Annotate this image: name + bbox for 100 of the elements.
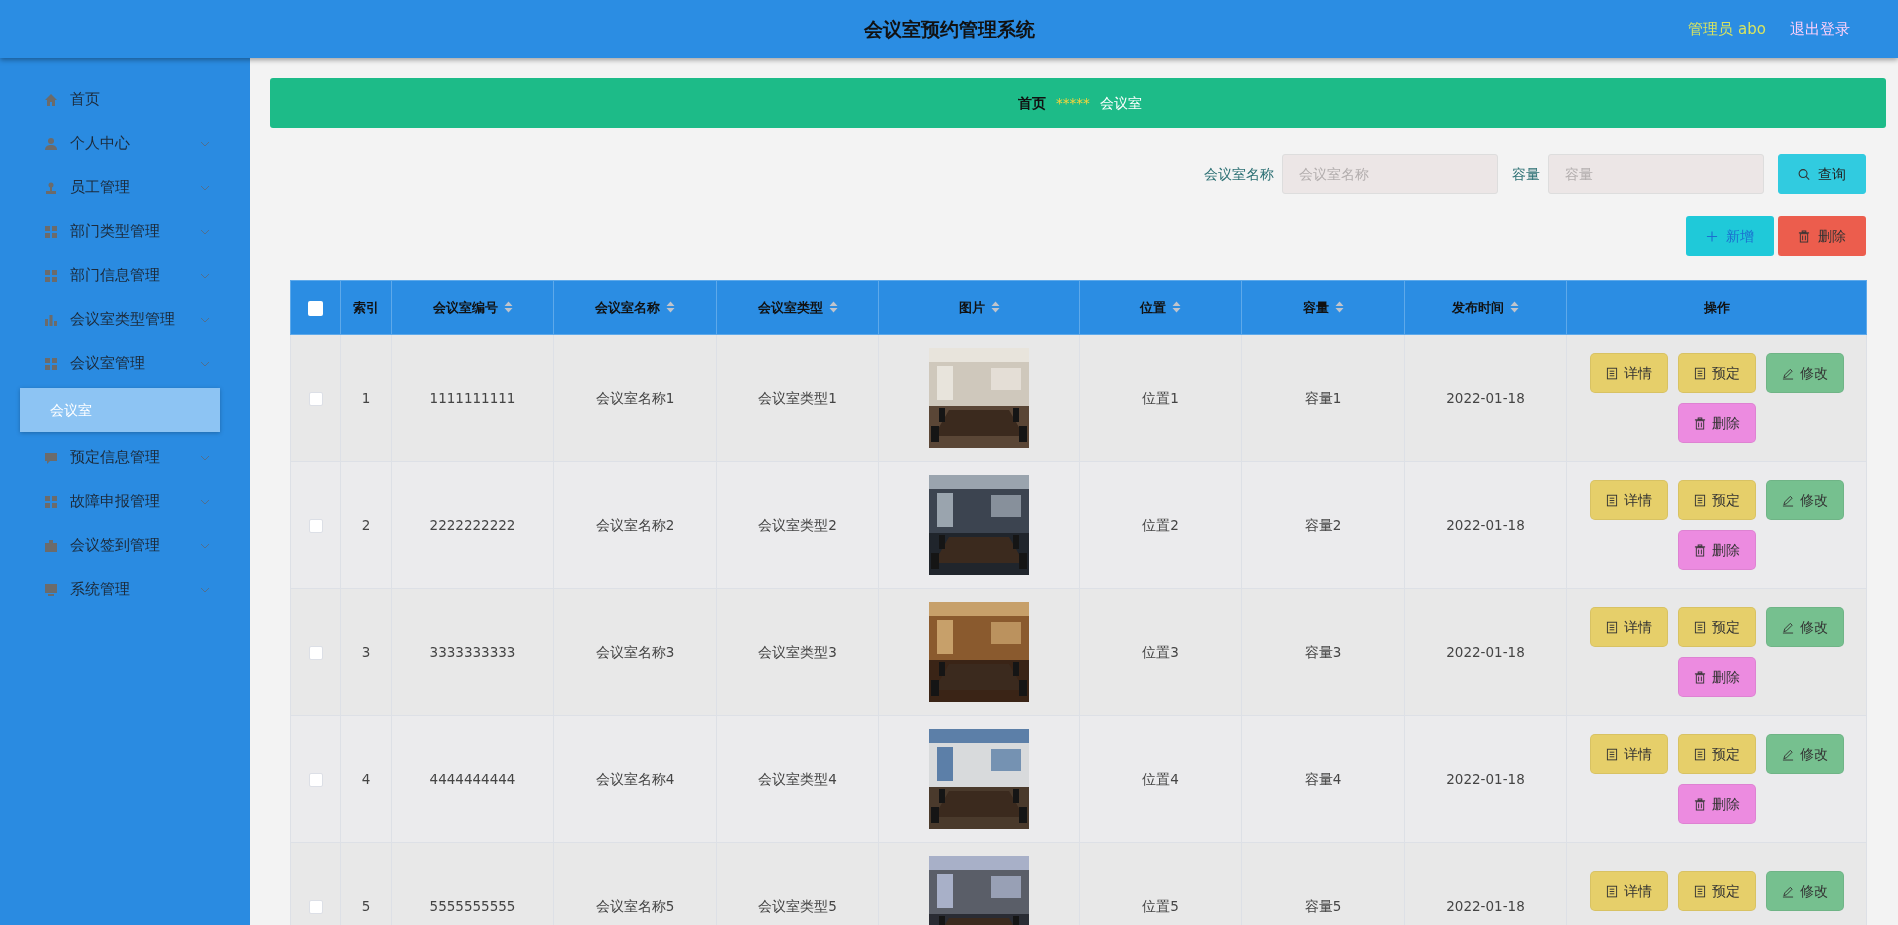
book-button[interactable]: 预定 — [1677, 871, 1756, 911]
table-cell: 1111111111 — [429, 389, 516, 406]
column-header[interactable]: 会议室名称 — [553, 280, 717, 335]
sidebar-item[interactable]: 部门类型管理 — [0, 210, 250, 254]
table-cell: 会议室类型4 — [758, 770, 837, 787]
table-cell: 会议室类型2 — [758, 516, 837, 533]
row-checkbox[interactable] — [308, 772, 323, 787]
details-button[interactable]: 详情 — [1589, 734, 1668, 774]
edit-button[interactable]: 修改 — [1765, 607, 1844, 647]
table-cell: 会议室类型3 — [758, 643, 837, 660]
bar-chart-icon — [44, 313, 58, 327]
column-header[interactable]: 位置 — [1079, 280, 1242, 335]
trash-icon — [1693, 797, 1706, 811]
table-cell: 位置1 — [1142, 389, 1179, 406]
table-cell: 2022-01-18 — [1446, 516, 1525, 533]
details-button[interactable]: 详情 — [1589, 607, 1668, 647]
column-header[interactable]: 会议室类型 — [716, 280, 879, 335]
pencil-icon — [1781, 747, 1794, 761]
grid-icon — [44, 269, 58, 283]
sidebar-item[interactable]: 系统管理 — [0, 568, 250, 612]
row-checkbox[interactable] — [308, 645, 323, 660]
delete-button[interactable]: 删除 — [1677, 530, 1756, 570]
table-cell: 位置5 — [1142, 897, 1179, 914]
edit-button[interactable]: 修改 — [1765, 871, 1844, 911]
sidebar-item[interactable]: 预定信息管理 — [0, 436, 250, 480]
sidebar-item[interactable]: 员工管理 — [0, 166, 250, 210]
field-label: 会议室名称 — [1204, 164, 1274, 184]
person-icon — [44, 137, 58, 151]
sidebar-item[interactable]: 首页 — [0, 78, 250, 122]
book-button[interactable]: 预定 — [1677, 607, 1756, 647]
book-button[interactable]: 预定 — [1677, 480, 1756, 520]
sidebar-item[interactable]: 会议签到管理 — [0, 524, 250, 568]
delete-button[interactable]: 删除 — [1677, 657, 1756, 697]
monitor-icon — [44, 583, 58, 597]
table-cell: 4 — [361, 770, 371, 787]
delete-button[interactable]: 删除 — [1677, 784, 1756, 824]
table-cell: 位置3 — [1142, 643, 1179, 660]
column-header[interactable]: 会议室编号 — [391, 280, 554, 335]
table-cell: 会议室类型5 — [758, 897, 837, 914]
pencil-icon — [1781, 493, 1794, 507]
details-button[interactable]: 详情 — [1589, 871, 1668, 911]
column-header[interactable]: 容量 — [1241, 280, 1405, 335]
chevron-down-icon — [200, 139, 210, 149]
table-cell: 2 — [361, 516, 371, 533]
sidebar-item[interactable]: 会议室管理 — [0, 342, 250, 386]
breadcrumb-item[interactable]: 首页 — [1018, 92, 1046, 114]
column-header[interactable]: 发布时间 — [1404, 280, 1567, 335]
sidebar-item[interactable]: 部门信息管理 — [0, 254, 250, 298]
table-cell: 2022-01-18 — [1446, 897, 1525, 914]
delete-button[interactable]: 删除 — [1778, 216, 1866, 256]
edit-button[interactable]: 修改 — [1765, 353, 1844, 393]
document-icon — [1693, 620, 1706, 634]
book-button[interactable]: 预定 — [1677, 353, 1756, 393]
chevron-down-icon — [200, 359, 210, 369]
table-cell: 会议室名称4 — [595, 770, 675, 787]
select-all-checkbox[interactable] — [308, 300, 323, 316]
document-icon — [1693, 747, 1706, 761]
table-cell: 会议室名称1 — [595, 389, 675, 406]
breadcrumb-separator: ***** — [1056, 93, 1090, 113]
trash-icon — [1693, 543, 1706, 557]
table-cell: 位置4 — [1142, 770, 1179, 787]
row-checkbox[interactable] — [308, 518, 323, 533]
column-header[interactable]: 图片 — [878, 280, 1080, 335]
edit-button[interactable]: 修改 — [1765, 480, 1844, 520]
table-cell: 2022-01-18 — [1446, 389, 1525, 406]
delete-button[interactable]: 删除 — [1677, 403, 1756, 443]
pencil-icon — [1781, 366, 1794, 380]
table-cell: 位置2 — [1142, 516, 1179, 533]
table-cell: 1 — [361, 389, 371, 406]
edit-button[interactable]: 修改 — [1765, 734, 1844, 774]
breadcrumb-item: 会议室 — [1099, 93, 1142, 113]
search-icon — [1798, 167, 1810, 181]
grid-icon — [44, 357, 58, 371]
table-cell: 容量4 — [1304, 770, 1342, 787]
column-header: 索引 — [340, 280, 392, 335]
stamp-icon — [44, 181, 58, 195]
document-icon — [1605, 493, 1618, 507]
row-checkbox[interactable] — [308, 899, 323, 914]
chevron-down-icon — [200, 497, 210, 507]
document-icon — [1605, 747, 1618, 761]
field-label: 容量 — [1512, 164, 1540, 184]
details-button[interactable]: 详情 — [1589, 353, 1668, 393]
book-button[interactable]: 预定 — [1677, 734, 1756, 774]
table-cell: 容量5 — [1304, 897, 1342, 914]
sidebar-item[interactable]: 会议室类型管理 — [0, 298, 250, 342]
table-cell: 容量1 — [1304, 389, 1342, 406]
sidebar-item[interactable]: 个人中心 — [0, 122, 250, 166]
row-checkbox[interactable] — [308, 391, 323, 406]
sidebar-item[interactable]: 故障申报管理 — [0, 480, 250, 524]
pencil-icon — [1781, 884, 1794, 898]
document-icon — [1693, 366, 1706, 380]
details-button[interactable]: 详情 — [1589, 480, 1668, 520]
app-title: 会议室预约管理系统 — [863, 17, 1035, 40]
chevron-down-icon — [200, 183, 210, 193]
table-cell: 4444444444 — [429, 770, 516, 787]
trash-icon — [1693, 670, 1706, 684]
chevron-down-icon — [200, 453, 210, 463]
search-button[interactable]: 查询 — [1778, 154, 1866, 194]
grid-icon — [44, 495, 58, 509]
column-header: 操作 — [1566, 280, 1867, 335]
